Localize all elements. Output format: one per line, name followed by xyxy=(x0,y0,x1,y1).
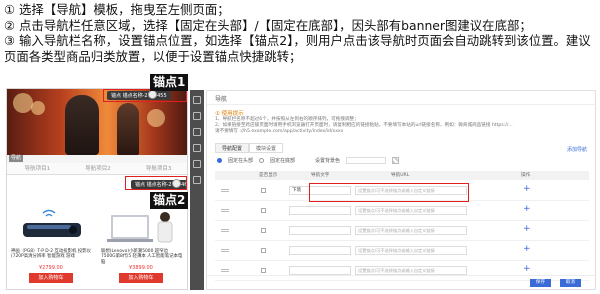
panel-title: 导航 xyxy=(215,96,228,103)
tab-module-settings[interactable]: 模块设置 xyxy=(249,143,284,153)
add-to-cart-button[interactable]: 加入购物车 xyxy=(29,273,73,283)
nav-label-bar: 导航 xyxy=(7,155,187,163)
radio-fix-top[interactable] xyxy=(217,158,222,163)
cancel-button[interactable]: 取消 xyxy=(559,279,581,287)
usage-notice: ① 使用提示 1、导航栏名称不超过6个，并按照从左到右的顺序排列，可拖拽调整； … xyxy=(215,111,589,135)
drag-handle-icon[interactable] xyxy=(221,269,229,272)
instruction-3: ③ 输入导航栏名称，设置锚点位置，如选择【锚点2】，则用户点击该导航时页面会自动… xyxy=(4,33,591,64)
color-picker-icon[interactable] xyxy=(392,157,400,164)
panel-footer: 保存 取消 xyxy=(207,275,595,289)
nav-tab-3[interactable]: 导航项目3 xyxy=(128,163,187,174)
callout-anchor2: 锚点2 xyxy=(150,192,189,209)
highlight-box-url xyxy=(309,183,469,202)
nav-tab-1[interactable]: 导航项目1 xyxy=(7,163,68,174)
panel-tabs[interactable]: 导航配置 模块设置 xyxy=(215,143,284,153)
col-op: 操作 xyxy=(521,173,531,178)
instruction-2: ② 点击导航栏任意区域，选择【固定在头部】/【固定在底部】，因头部有banner… xyxy=(4,17,532,33)
table-header: 是否显示 导航文字 导航URL 操作 xyxy=(215,171,589,180)
nav-url-input[interactable]: 设置锚点/可不选择锚点或输入自定义链接 xyxy=(355,206,467,215)
label-fix-bottom: 固定在底部 xyxy=(270,158,296,164)
show-checkbox[interactable] xyxy=(261,268,266,273)
highlight-box-anchor2 xyxy=(125,176,187,190)
label-fix-top: 固定在头部 xyxy=(228,158,254,164)
add-icon[interactable]: + xyxy=(523,184,531,194)
show-checkbox[interactable] xyxy=(261,208,266,213)
product-card[interactable]: 神画（PG8）T-P D-2 互动投影机 投影仪 (720P高清分辨率 智能游戏… xyxy=(9,207,95,287)
product-desc: 神画（PG8）T-P D-2 互动投影机 投影仪 (720P高清分辨率 智能游戏… xyxy=(11,249,91,260)
nav-text-input[interactable] xyxy=(289,206,351,215)
save-button[interactable]: 保存 xyxy=(529,279,551,287)
product-card[interactable]: 联想(Lenovo)小新潮5000 超窄边 7500G第8代i5 轻薄本 人工智… xyxy=(99,207,185,287)
tab-nav-config[interactable]: 导航配置 xyxy=(215,143,250,153)
nav-settings-panel: 导航 ① 使用提示 1、导航栏名称不超过6个，并按照从左到右的顺序排列，可拖拽调… xyxy=(206,90,596,290)
col-show: 是否显示 xyxy=(259,173,278,178)
vertical-toolbar xyxy=(190,90,204,290)
callout-anchor1: 锚点1 xyxy=(150,74,189,91)
add-icon[interactable]: + xyxy=(523,224,531,234)
col-url: 导航URL xyxy=(391,173,410,178)
delete-icon[interactable] xyxy=(193,160,201,168)
drag-handle-icon[interactable] xyxy=(221,209,229,212)
col-text: 导航文字 xyxy=(311,173,330,178)
laptop-image xyxy=(103,207,181,245)
page-preview: 锚点 锚点名称-2794455 导航 导航项目1 导航项目2 导航项目3 锚点 … xyxy=(6,88,188,290)
add-icon[interactable]: + xyxy=(523,244,531,254)
add-to-cart-button[interactable]: 加入购物车 xyxy=(119,273,163,283)
notice-line: 请不要填写 ://h5.example.com/app/activity/ind… xyxy=(215,129,344,134)
product-price: ¥2799.00 xyxy=(39,265,63,271)
drag-handle-icon[interactable] xyxy=(221,229,229,232)
nav-tab-2[interactable]: 导航项目2 xyxy=(68,163,129,174)
radio-fix-bottom[interactable] xyxy=(259,158,265,163)
table-row: 设置锚点/可不选择锚点或输入自定义链接 + xyxy=(215,201,589,221)
nav-url-input[interactable]: 设置锚点/可不选择锚点或输入自定义链接 xyxy=(355,226,467,235)
show-checkbox[interactable] xyxy=(261,228,266,233)
nav-url-input[interactable]: 设置锚点/可不选择锚点或输入自定义链接 xyxy=(355,266,467,275)
product-desc: 联想(Lenovo)小新潮5000 超窄边 7500G第8代i5 轻薄本 人工智… xyxy=(101,249,183,265)
projector-image xyxy=(13,207,91,245)
drag-handle-icon[interactable] xyxy=(221,249,229,252)
nav-text-input[interactable] xyxy=(289,246,351,255)
nav-text-input[interactable] xyxy=(289,226,351,235)
move-up-icon[interactable] xyxy=(193,112,201,120)
add-icon[interactable]: + xyxy=(523,204,531,214)
instructions: ① 选择【导航】模板，拖曳至左侧页面； ② 点击导航栏任意区域，选择【固定在头部… xyxy=(4,2,598,64)
panel-header: 导航 xyxy=(207,91,595,105)
table-row: 设置锚点/可不选择锚点或输入自定义链接 + xyxy=(215,221,589,241)
position-options: 固定在头部 固定在底部 设置背景色 xyxy=(217,157,400,164)
copy-icon[interactable] xyxy=(193,144,201,152)
label-bg-color: 设置背景色 xyxy=(315,158,341,164)
nav-label: 导航 xyxy=(9,155,24,162)
show-checkbox[interactable] xyxy=(261,188,266,193)
table-row: 设置锚点/可不选择锚点或输入自定义链接 + xyxy=(215,241,589,261)
show-checkbox[interactable] xyxy=(261,248,266,253)
nav-tabs[interactable]: 导航项目1 导航项目2 导航项目3 xyxy=(7,163,187,175)
settings-icon[interactable] xyxy=(193,176,201,184)
drag-handle-icon[interactable] xyxy=(221,189,229,192)
add-icon[interactable]: + xyxy=(523,264,531,274)
nav-url-input[interactable]: 设置锚点/可不选择锚点或输入自定义链接 xyxy=(355,246,467,255)
instruction-1: ① 选择【导航】模板，拖曳至左侧页面； xyxy=(4,2,230,17)
add-nav-link[interactable]: 添加导航 xyxy=(567,146,587,153)
edit-icon[interactable] xyxy=(193,96,201,104)
product-price: ¥3899.00 xyxy=(129,265,153,271)
bg-color-input[interactable] xyxy=(346,157,387,164)
nav-text-input[interactable] xyxy=(289,266,351,275)
move-down-icon[interactable] xyxy=(193,128,201,136)
